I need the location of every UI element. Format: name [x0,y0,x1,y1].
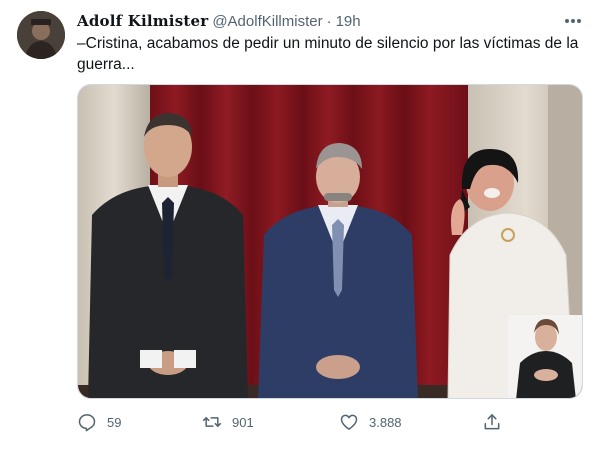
author-display-name[interactable]: Adolf Kilmister [77,12,208,30]
like-count: 3.888 [369,414,402,430]
reply-count: 59 [107,414,122,430]
reply-icon [77,412,97,432]
share-button[interactable] [482,410,502,434]
tweet-text: –Cristina, acabamos de pedir un minuto d… [77,35,579,73]
user-avatar-icon [17,11,65,59]
tweet-header: Adolf Kilmister @AdolfKillmister · 19h [77,11,361,31]
author-handle[interactable]: @AdolfKillmister [212,13,322,30]
heart-icon [339,412,359,432]
more-horizontal-icon [565,19,581,23]
reply-button[interactable]: 59 [77,410,121,434]
share-icon [482,412,502,432]
retweet-button[interactable]: 901 [202,410,254,434]
tweet-actions: 59 901 3.888 [77,410,517,434]
like-button[interactable]: 3.888 [339,410,402,434]
retweet-count: 901 [232,414,254,430]
avatar[interactable] [17,11,65,59]
tweet: Adolf Kilmister @AdolfKillmister · 19h –… [0,0,601,453]
timestamp[interactable]: 19h [336,13,361,30]
separator-dot: · [326,12,332,30]
more-options-button[interactable] [561,10,585,32]
photo-image [78,85,582,398]
tweet-photo[interactable] [77,84,583,399]
retweet-icon [202,412,222,432]
